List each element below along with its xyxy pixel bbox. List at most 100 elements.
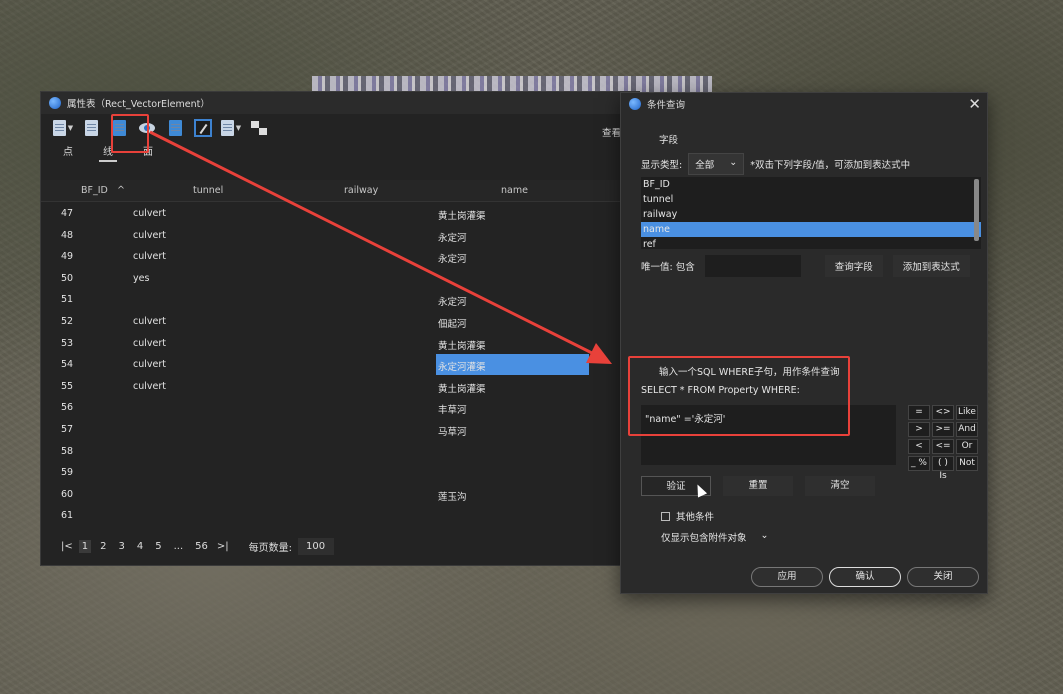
- row-name-cell: 莲玉沟: [438, 491, 467, 503]
- sql-where-input[interactable]: "name" ='永定河': [641, 405, 896, 465]
- row-name-cell: 永定河: [438, 232, 467, 244]
- op-or[interactable]: Or: [956, 439, 978, 454]
- attribute-table-window: 属性表（Rect_VectorElement） ▼ ▼ 查看 点 线 面 BF_…: [40, 91, 640, 566]
- field-item-ref[interactable]: ref: [641, 237, 981, 249]
- column-header-tunnel[interactable]: tunnel: [193, 185, 223, 196]
- table-row[interactable]: 50 yes: [41, 269, 639, 291]
- row-id-cell: 54: [61, 359, 74, 371]
- op-greater-equal[interactable]: >=: [932, 422, 954, 437]
- close-icon[interactable]: ✕: [968, 95, 981, 113]
- row-id-cell: 48: [61, 229, 74, 241]
- field-item-bf-id[interactable]: BF_ID: [641, 177, 981, 192]
- op-and[interactable]: And: [956, 422, 978, 437]
- operator-buttons: = <> Like > >= And < <= Or _ % ( ) Is No…: [908, 405, 978, 481]
- condition-query-icon[interactable]: [107, 117, 131, 139]
- field-item-railway[interactable]: railway: [641, 207, 981, 222]
- field-list-scrollbar[interactable]: [974, 179, 979, 241]
- op-not-equal[interactable]: <>: [932, 405, 954, 420]
- page-1[interactable]: 1: [78, 540, 92, 553]
- row-tunnel-cell: culvert: [133, 380, 166, 392]
- display-type-row: 显示类型: 全部 ⌄ *双击下列字段/值，可添加到表达式中: [641, 153, 910, 175]
- row-id-cell: 55: [61, 380, 74, 392]
- view-button[interactable]: 查看: [602, 125, 621, 139]
- column-header-name[interactable]: name: [501, 185, 528, 196]
- op-parens-is[interactable]: ( ) Is: [932, 456, 954, 481]
- op-less-equal[interactable]: <=: [932, 439, 954, 454]
- row-name-cell: 佃起河: [438, 318, 467, 330]
- column-header-railway[interactable]: railway: [344, 185, 378, 196]
- table-row[interactable]: 60 莲玉沟: [41, 485, 639, 507]
- query-field-button[interactable]: 查询字段: [824, 255, 883, 277]
- row-id-cell: 53: [61, 337, 74, 349]
- field-item-tunnel[interactable]: tunnel: [641, 192, 981, 207]
- column-header-bf-id[interactable]: BF_ID: [81, 185, 108, 196]
- export-icon[interactable]: ▼: [51, 117, 75, 139]
- field-calc-icon[interactable]: [163, 117, 187, 139]
- other-conditions-checkbox[interactable]: [661, 511, 670, 521]
- page-56[interactable]: 56: [192, 540, 211, 553]
- field-item-name[interactable]: name: [641, 222, 981, 237]
- page-2[interactable]: 2: [97, 540, 109, 553]
- attachment-filter-value: 仅显示包含附件对象: [661, 533, 747, 544]
- tab-line[interactable]: 线: [99, 143, 117, 162]
- table-row[interactable]: 61: [41, 506, 639, 528]
- attribute-toolbar: ▼ ▼: [41, 114, 639, 142]
- chevron-down-icon: ⌄: [760, 530, 769, 541]
- page-5[interactable]: 5: [152, 540, 164, 553]
- reset-button[interactable]: 重置: [723, 476, 793, 496]
- row-id-cell: 60: [61, 488, 74, 500]
- edit-toggle-icon[interactable]: [191, 117, 215, 139]
- switch-selection-icon[interactable]: [247, 117, 271, 139]
- document-icon[interactable]: [79, 117, 103, 139]
- row-id-cell: 59: [61, 467, 74, 479]
- table-row[interactable]: 55 culvert 黄土岗灌渠: [41, 377, 639, 399]
- table-row[interactable]: 51 永定河: [41, 290, 639, 312]
- table-row[interactable]: 59: [41, 463, 639, 485]
- row-name-cell: 永定河灌渠: [438, 362, 486, 374]
- table-row[interactable]: 49 culvert 永定河: [41, 247, 639, 269]
- double-click-hint: *双击下列字段/值，可添加到表达式中: [750, 160, 911, 171]
- display-type-select[interactable]: 全部 ⌄: [688, 153, 745, 175]
- page-3[interactable]: 3: [116, 540, 128, 553]
- columns-icon[interactable]: ▼: [219, 117, 243, 139]
- op-like[interactable]: Like: [956, 405, 978, 420]
- attribute-window-titlebar[interactable]: 属性表（Rect_VectorElement）: [41, 92, 639, 114]
- page-4[interactable]: 4: [134, 540, 146, 553]
- row-tunnel-cell: yes: [133, 272, 150, 284]
- tab-polygon[interactable]: 面: [143, 143, 153, 160]
- zoom-to-feature-icon[interactable]: [135, 117, 159, 139]
- tab-point[interactable]: 点: [63, 143, 73, 160]
- table-row[interactable]: 57 马草河: [41, 420, 639, 442]
- table-row[interactable]: 47 culvert 黄土岗灌渠: [41, 204, 639, 226]
- op-wildcard[interactable]: _ %: [908, 456, 930, 471]
- apply-button[interactable]: 应用: [751, 567, 823, 587]
- table-row[interactable]: 56 丰草河: [41, 398, 639, 420]
- op-less[interactable]: <: [908, 439, 930, 454]
- last-page-button[interactable]: >|: [217, 541, 229, 552]
- unique-value-label: 唯一值: 包含: [641, 262, 695, 273]
- table-row[interactable]: 54 culvert 永定河灌渠: [41, 355, 639, 377]
- row-tunnel-cell: culvert: [133, 337, 166, 349]
- per-page-input[interactable]: 100: [298, 538, 335, 555]
- table-body: 47 culvert 黄土岗灌渠 48 culvert 永定河 49 culvert 永定河 50…: [41, 204, 639, 522]
- clear-button[interactable]: 清空: [805, 476, 875, 496]
- sort-ascending-icon[interactable]: ^: [117, 185, 125, 196]
- unique-value-input[interactable]: [704, 255, 801, 277]
- op-equal[interactable]: =: [908, 405, 930, 420]
- op-greater[interactable]: >: [908, 422, 930, 437]
- per-page-label: 每页数量:: [248, 543, 293, 554]
- table-row[interactable]: 58: [41, 442, 639, 464]
- dialog-titlebar[interactable]: 条件查询 ✕: [621, 93, 987, 115]
- first-page-button[interactable]: |<: [61, 541, 73, 552]
- ok-button[interactable]: 确认: [829, 567, 901, 587]
- row-name-cell: 永定河: [438, 297, 467, 309]
- sql-prefix: SELECT * FROM Property WHERE:: [641, 385, 800, 396]
- attachment-filter-select[interactable]: 仅显示包含附件对象 ⌄: [661, 530, 768, 544]
- table-header: BF_ID ^ tunnel railway name: [41, 180, 639, 202]
- table-row[interactable]: 52 culvert 佃起河: [41, 312, 639, 334]
- op-not[interactable]: Not: [956, 456, 978, 471]
- table-row[interactable]: 48 culvert 永定河: [41, 226, 639, 248]
- close-button[interactable]: 关闭: [907, 567, 979, 587]
- table-row[interactable]: 53 culvert 黄土岗灌渠: [41, 334, 639, 356]
- add-to-expression-button[interactable]: 添加到表达式: [892, 255, 970, 277]
